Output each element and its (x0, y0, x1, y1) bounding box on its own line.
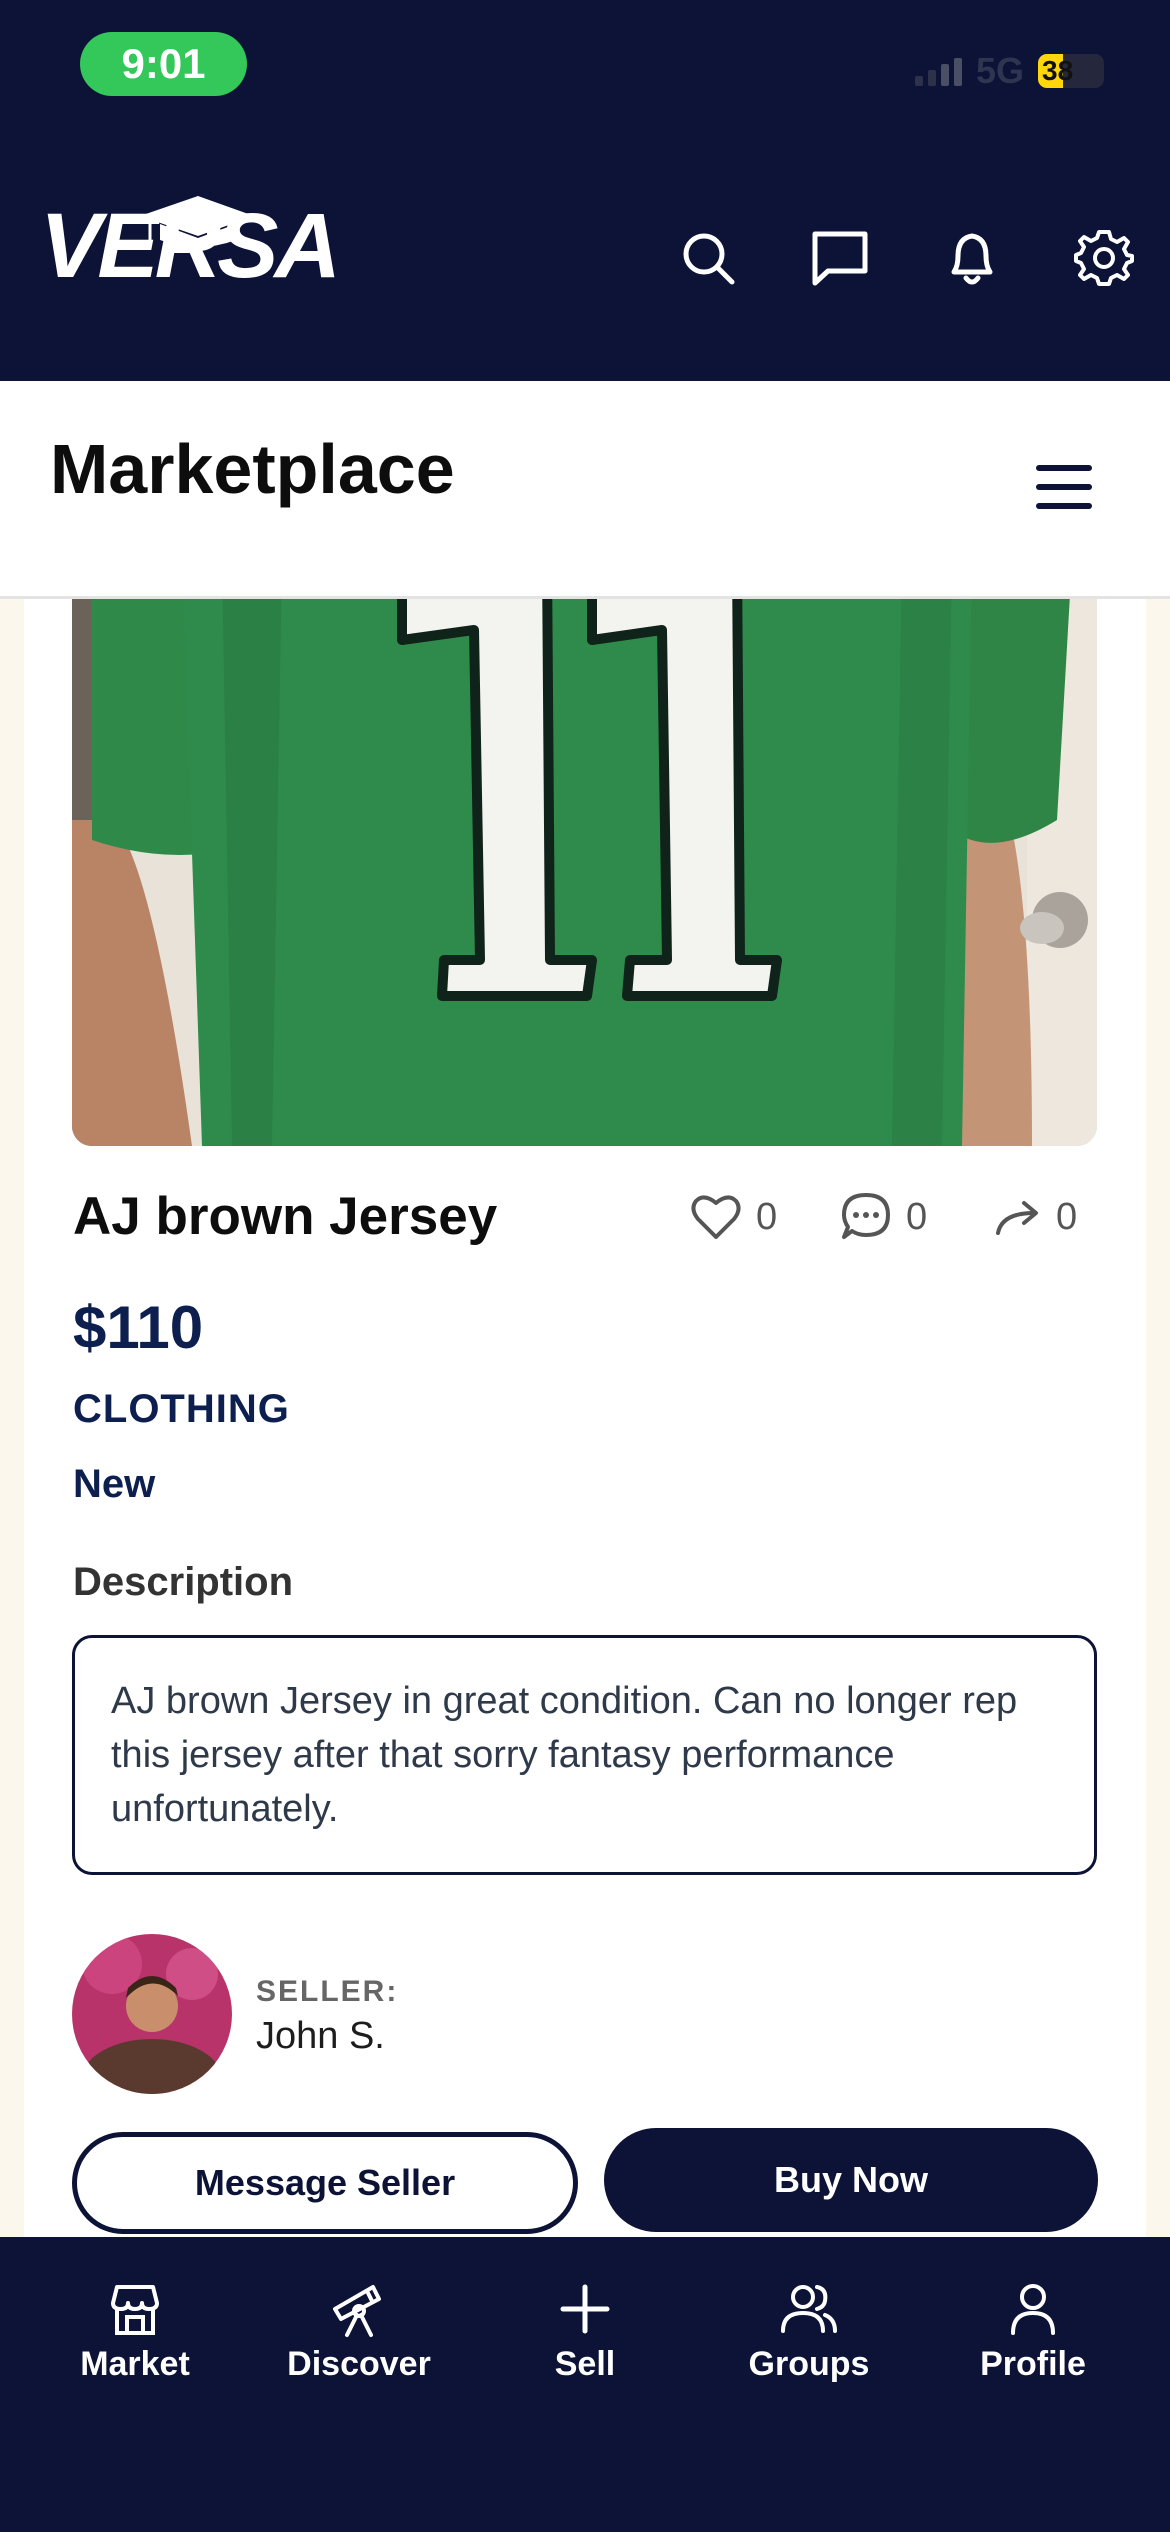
home-indicator (390, 2492, 780, 2506)
users-icon (781, 2285, 837, 2333)
listing-category[interactable]: CLOTHING (73, 1387, 290, 1432)
header-actions (0, 226, 1170, 296)
chat-icon[interactable] (808, 226, 872, 290)
nav-item-market[interactable]: Market (25, 2279, 245, 2384)
page-titlebar: Marketplace (0, 381, 1170, 599)
like-stat[interactable]: 0 (690, 1182, 777, 1252)
nav-item-groups[interactable]: Groups (699, 2279, 919, 2384)
telescope-icon (333, 2285, 381, 2337)
share-count: 0 (1056, 1195, 1078, 1238)
jersey-image (72, 560, 1097, 1146)
gear-icon[interactable] (1072, 226, 1136, 290)
status-time: 9:01 (80, 32, 247, 96)
listing-stats: 0 0 0 (24, 1182, 1146, 1252)
nav-label-sell: Sell (554, 2345, 616, 2383)
heart-icon (691, 1195, 741, 1239)
status-indicators: 5G 38 (914, 50, 1104, 92)
seller-avatar[interactable] (72, 1934, 232, 2094)
description-label: Description (73, 1560, 294, 1604)
signal-icon (914, 56, 962, 86)
comment-count: 0 (906, 1195, 928, 1238)
user-icon (1011, 2284, 1055, 2335)
listing-price: $110 (73, 1294, 204, 1361)
menu-icon[interactable] (1036, 465, 1092, 509)
app-header: 9:01 5G 38 VERSA (0, 0, 1170, 381)
like-count: 0 (756, 1195, 778, 1238)
store-icon (111, 2285, 159, 2335)
listing-card: AJ brown Jersey 0 0 0 $110 CLOTHING New … (24, 560, 1146, 2260)
buy-now-button[interactable]: Buy Now (604, 2128, 1098, 2232)
listing-photo[interactable] (72, 560, 1097, 1146)
battery-level: 38 (1042, 55, 1074, 86)
description-text: AJ brown Jersey in great condition. Can … (72, 1635, 1097, 1875)
nav-item-discover[interactable]: Discover (249, 2279, 469, 2384)
nav-label-profile: Profile (980, 2345, 1086, 2383)
search-icon[interactable] (676, 226, 740, 290)
listing-condition: New (73, 1462, 156, 1506)
comment-stat[interactable]: 0 (840, 1182, 927, 1252)
nav-label-market: Market (80, 2345, 190, 2383)
nav-label-discover: Discover (287, 2345, 431, 2383)
plus-icon (560, 2284, 610, 2334)
nav-item-profile[interactable]: Profile (923, 2279, 1143, 2384)
seller-label: SELLER: (256, 1975, 399, 2008)
nav-item-sell[interactable]: Sell (475, 2279, 695, 2384)
network-label: 5G (975, 50, 1024, 91)
nav-label-groups: Groups (748, 2345, 870, 2383)
bell-icon[interactable] (940, 226, 1004, 290)
page-title: Marketplace (50, 430, 455, 508)
share-stat[interactable]: 0 (994, 1182, 1077, 1252)
share-arrow-icon (996, 1201, 1038, 1235)
battery-icon: 38 (1038, 54, 1104, 88)
message-seller-button[interactable]: Message Seller (72, 2132, 578, 2234)
seller-name[interactable]: John S. (256, 2015, 385, 2058)
bottom-nav: Market Discover Sell Groups Profile (0, 2237, 1170, 2532)
comment-icon (842, 1193, 890, 1239)
